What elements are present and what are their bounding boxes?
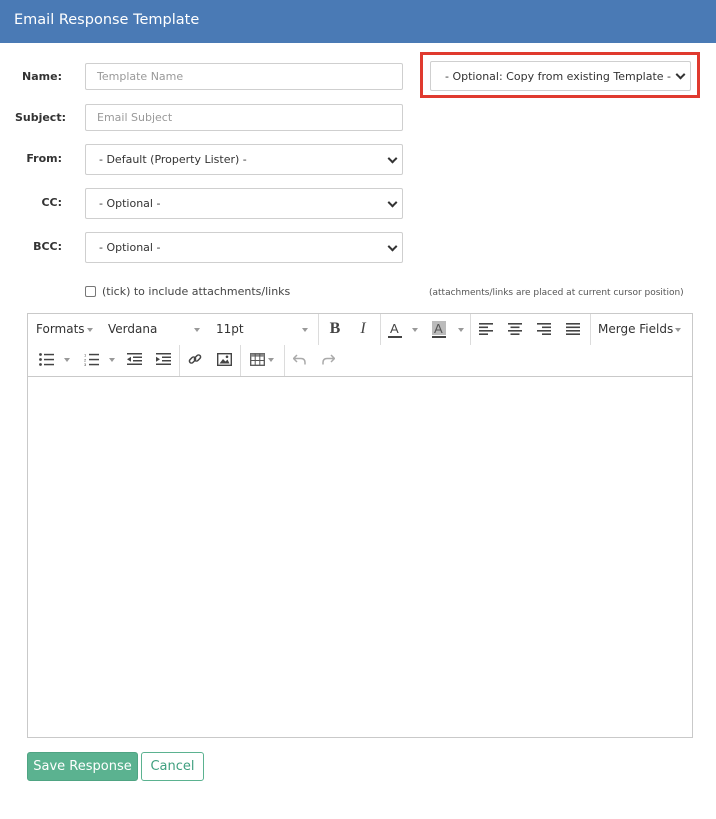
rich-text-editor: Formats Verdana 11pt B I A A Merge Field… [27,313,693,738]
chevron-down-icon [458,328,464,332]
toolbar-divider [318,314,319,345]
image-icon[interactable] [216,351,232,367]
toolbar-divider [470,314,471,345]
cc-select[interactable]: - Optional - [85,188,403,219]
link-icon[interactable] [187,351,203,367]
font-family-value: Verdana [108,322,158,336]
chevron-down-icon [194,328,200,332]
name-label: Name: [22,70,62,83]
chevron-down-icon [675,328,681,332]
numbered-list-icon[interactable]: 123 [83,351,99,367]
undo-icon[interactable] [291,351,307,367]
editor-content-area[interactable] [28,377,692,737]
bcc-label: BCC: [33,240,62,253]
chevron-down-icon [268,358,274,362]
cc-label: CC: [41,196,62,209]
attachments-note: (attachments/links are placed at current… [429,288,684,298]
from-label: From: [26,152,62,165]
toolbar-divider [179,345,180,376]
copy-template-select[interactable]: - Optional: Copy from existing Template … [430,61,691,91]
align-justify-icon[interactable] [565,321,581,337]
subject-label: Subject: [14,111,66,124]
svg-text:A: A [434,321,443,336]
window-title: Email Response Template [14,12,200,28]
cancel-button[interactable]: Cancel [141,752,204,781]
bcc-select-value: - Optional - [99,241,161,254]
chevron-down-icon [412,328,418,332]
text-color-icon[interactable]: A [386,319,404,341]
align-right-icon[interactable] [536,321,552,337]
toolbar-divider [284,345,285,376]
formats-label: Formats [36,322,85,336]
bullet-list-icon[interactable] [38,351,54,367]
table-icon[interactable] [248,351,266,367]
svg-text:3: 3 [84,362,87,366]
attachments-checkbox[interactable] [85,286,96,297]
chevron-down-icon [64,358,70,362]
save-response-button[interactable]: Save Response [27,752,138,781]
italic-icon[interactable]: I [354,319,372,339]
indent-icon[interactable] [155,351,171,367]
font-family-dropdown[interactable]: Verdana [108,321,208,337]
template-name-input[interactable]: Template Name [85,63,403,90]
attachments-label: (tick) to include attachments/links [102,285,291,298]
cc-select-value: - Optional - [99,197,161,210]
merge-fields-dropdown[interactable]: Merge Fields [598,321,678,337]
chevron-down-icon [387,241,398,252]
copy-template-value: - Optional: Copy from existing Template … [445,69,672,83]
background-color-icon[interactable]: A [430,319,448,341]
editor-toolbar: Formats Verdana 11pt B I A A Merge Field… [28,314,692,377]
bcc-select[interactable]: - Optional - [85,232,403,263]
email-subject-input[interactable]: Email Subject [85,104,403,131]
chevron-down-icon [87,328,93,332]
toolbar-divider [380,314,381,345]
from-select[interactable]: - Default (Property Lister) - [85,144,403,175]
chevron-down-icon [387,153,398,164]
chevron-down-icon [109,358,115,362]
font-size-value: 11pt [216,322,244,336]
redo-icon[interactable] [320,351,336,367]
chevron-down-icon [387,197,398,208]
chevron-down-icon [675,69,686,80]
window-header: Email Response Template [0,0,716,43]
merge-fields-label: Merge Fields [598,322,674,336]
chevron-down-icon [302,328,308,332]
toolbar-divider [240,345,241,376]
align-left-icon[interactable] [478,321,494,337]
from-select-value: - Default (Property Lister) - [99,153,247,166]
align-center-icon[interactable] [507,321,523,337]
svg-text:A: A [390,321,399,336]
bold-icon[interactable]: B [326,319,344,339]
font-size-dropdown[interactable]: 11pt [216,321,306,337]
toolbar-divider [590,314,591,345]
outdent-icon[interactable] [126,351,142,367]
